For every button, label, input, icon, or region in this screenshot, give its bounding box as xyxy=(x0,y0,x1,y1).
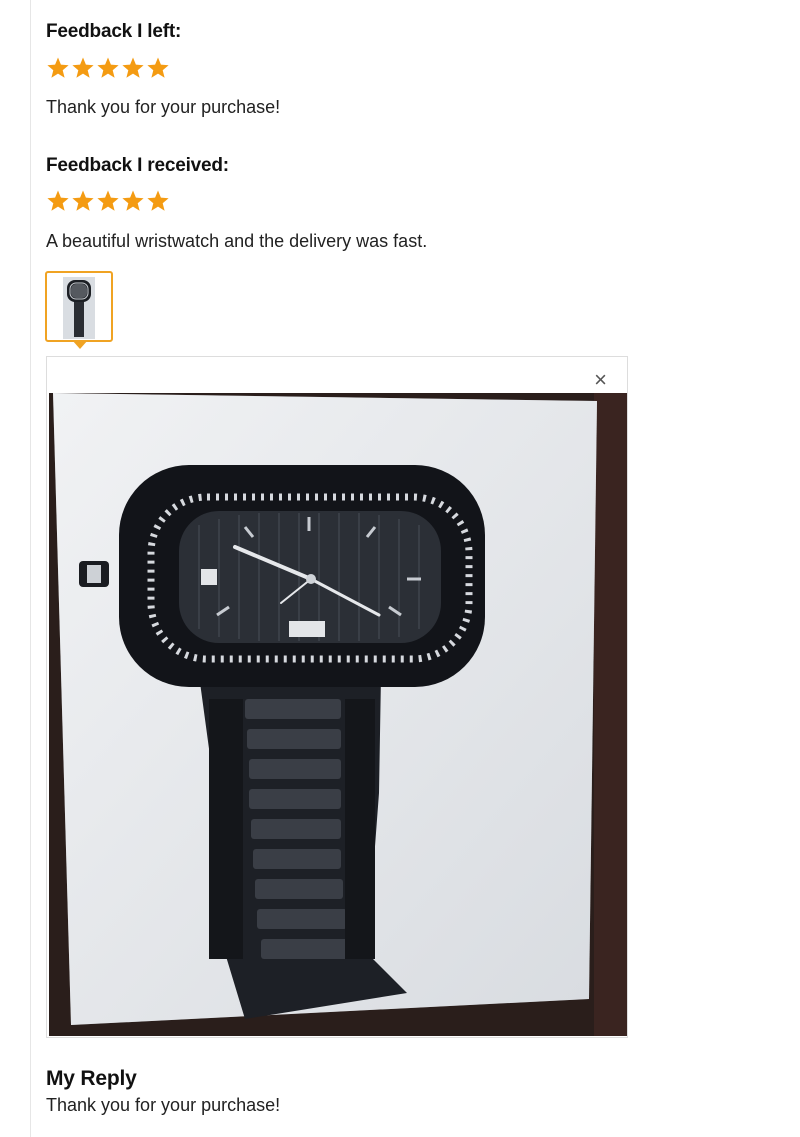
feedback-left-stars xyxy=(46,56,170,80)
feedback-received-text: A beautiful wristwatch and the delivery … xyxy=(46,231,428,251)
photo-viewer: × xyxy=(46,356,628,1038)
feedback-received-stars xyxy=(46,189,170,213)
review-photo-thumbnail[interactable] xyxy=(45,271,113,342)
left-divider xyxy=(30,0,31,1137)
thumbnail-pointer xyxy=(72,340,88,349)
star-icon xyxy=(147,190,169,211)
star-icon xyxy=(147,57,169,78)
star-icon xyxy=(122,190,144,211)
star-icon xyxy=(47,57,69,78)
feedback-left-heading: Feedback I left: xyxy=(46,21,182,42)
close-icon[interactable]: × xyxy=(594,369,607,391)
feedback-received-heading: Feedback I received: xyxy=(46,155,229,176)
wristwatch-photo xyxy=(49,393,627,1036)
star-icon xyxy=(122,57,144,78)
star-icon xyxy=(72,57,94,78)
my-reply-heading: My Reply xyxy=(46,1067,137,1090)
star-icon xyxy=(97,57,119,78)
star-icon xyxy=(72,190,94,211)
star-icon xyxy=(47,190,69,211)
feedback-left-text: Thank you for your purchase! xyxy=(46,97,281,117)
star-icon xyxy=(97,190,119,211)
my-reply-text: Thank you for your purchase! xyxy=(46,1095,281,1115)
watch-thumbnail-image xyxy=(63,277,95,339)
